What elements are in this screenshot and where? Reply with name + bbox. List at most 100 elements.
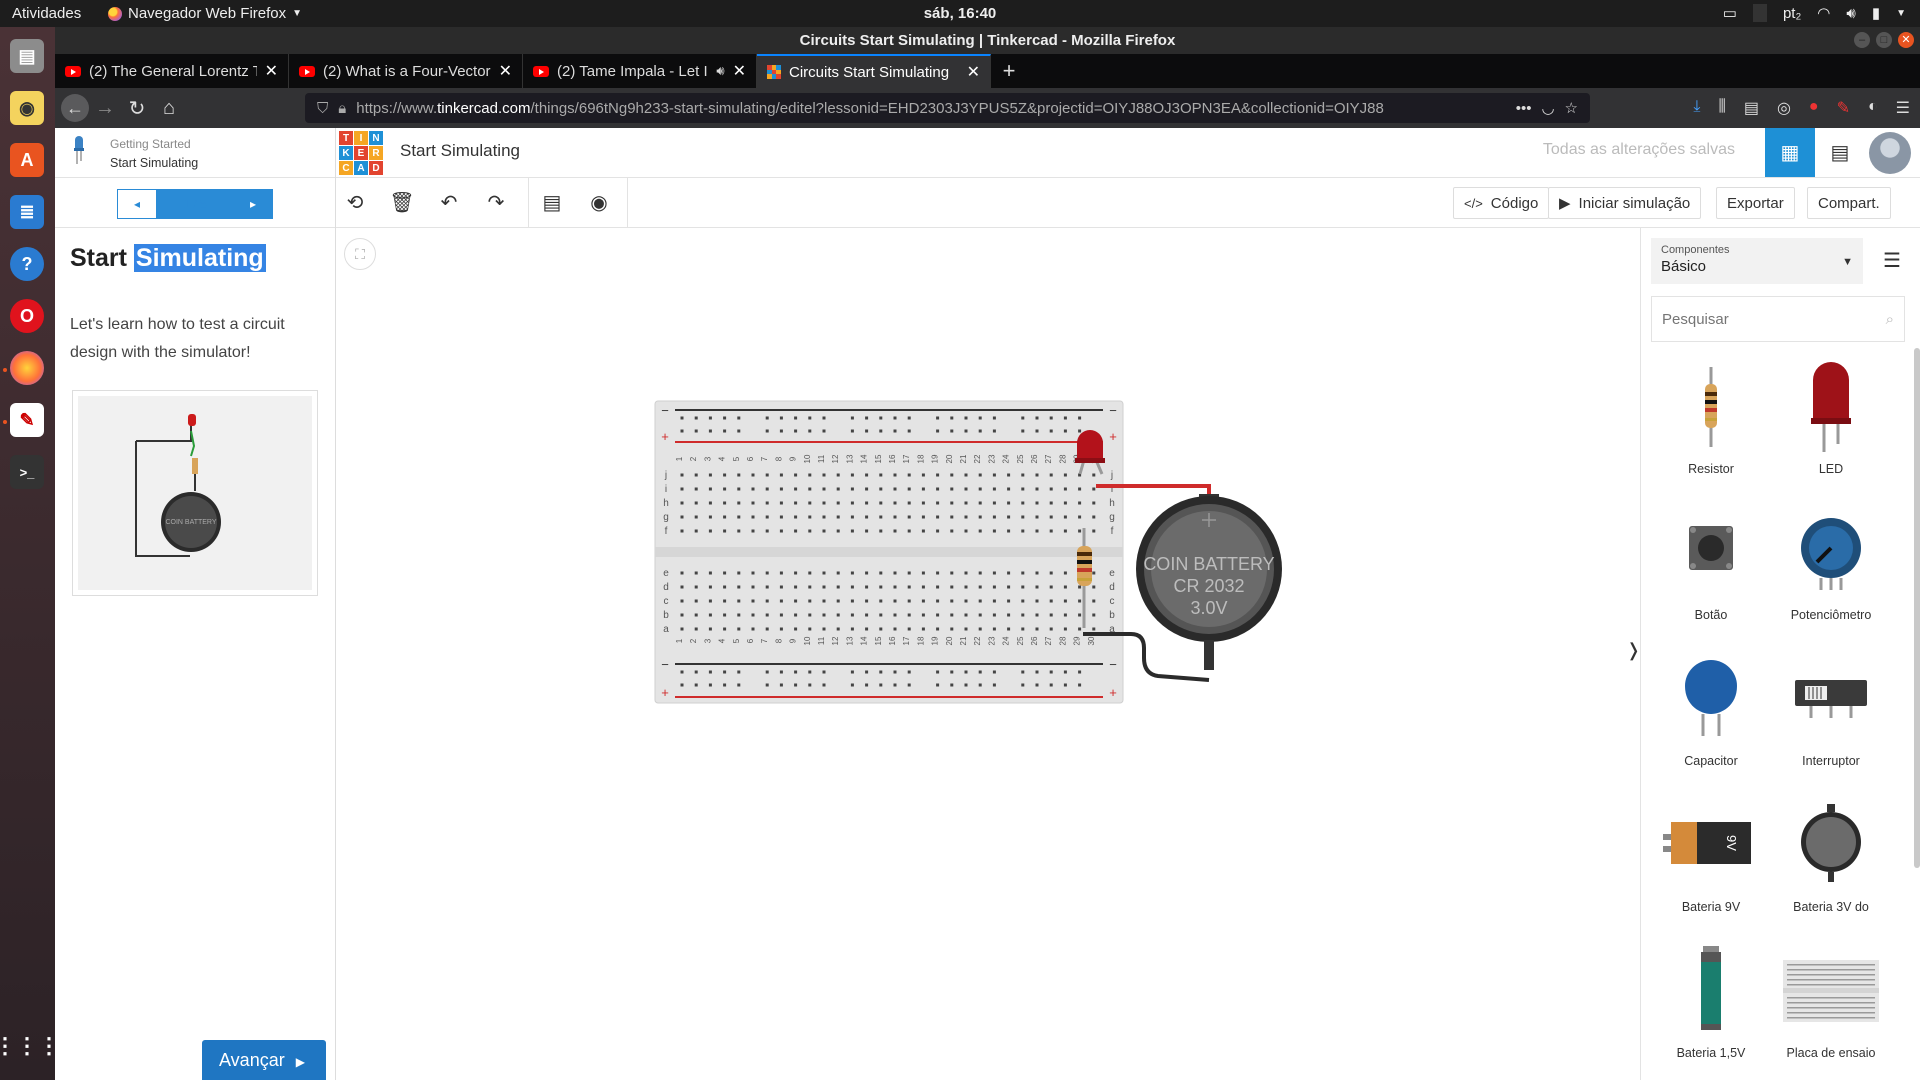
component-resistor[interactable]: Resistor — [1651, 352, 1771, 476]
battery-icon[interactable]: ▮ — [1872, 4, 1880, 22]
previous-step-button[interactable]: ◂ — [118, 190, 156, 218]
component-battery-9v[interactable]: 9V Bateria 9V — [1651, 790, 1771, 914]
close-tab-icon[interactable]: ✕ — [265, 61, 278, 81]
code-button[interactable]: </> Código — [1453, 187, 1550, 219]
component-slide-switch[interactable]: Interruptor — [1771, 644, 1891, 768]
firefox-dock-icon[interactable] — [10, 351, 44, 385]
volume-icon[interactable]: 🔊︎ — [1846, 5, 1855, 22]
component-search[interactable]: ⌕ — [1651, 296, 1905, 342]
files-icon[interactable]: ▤ — [10, 39, 44, 73]
tab-tinkercad[interactable]: Circuits Start Simulating ✕ — [757, 54, 991, 88]
component-category-select[interactable]: Componentes Básico ▼ — [1651, 238, 1863, 284]
component-capacitor[interactable]: Capacitor — [1651, 644, 1771, 768]
breadboard[interactable]: − −+ +− −+ +11223344556677889910101111121213… — [654, 400, 1124, 704]
component-battery-aa[interactable]: Bateria 1,5V — [1651, 936, 1771, 1060]
url-bar[interactable]: ⛉ 🔒︎ https://www.tinkercad.com/things/69… — [305, 93, 1590, 123]
url-text[interactable]: https://www.tinkercad.com/things/696tNg9… — [356, 100, 1505, 117]
rhythmbox-icon[interactable]: ◉ — [10, 91, 44, 125]
menu-icon[interactable]: ☰ — [1896, 98, 1910, 118]
forward-button[interactable]: → — [89, 97, 121, 120]
column-number: 23 — [987, 636, 996, 645]
downloads-icon[interactable]: ⤓ — [1693, 98, 1700, 118]
screen-icon[interactable]: ▭ — [1723, 4, 1737, 22]
wifi-icon[interactable]: ◠ — [1817, 4, 1830, 22]
start-simulation-button[interactable]: ▶ Iniciar simulação — [1548, 187, 1702, 219]
component-potentiometer[interactable]: Potenciômetro — [1771, 498, 1891, 622]
export-button[interactable]: Exportar — [1716, 187, 1795, 219]
bookmark-star-icon[interactable]: ☆ — [1565, 99, 1578, 117]
tinkercad-icon — [767, 65, 781, 79]
panel-scrollbar[interactable] — [1914, 348, 1920, 868]
clock[interactable]: sáb, 16:40 — [0, 5, 1920, 22]
column-number: 1 — [675, 638, 684, 643]
schematic-view-button[interactable]: ▤ — [1815, 128, 1865, 177]
tab-youtube-2[interactable]: (2) What is a Four-Vector ✕ — [289, 54, 523, 88]
pocket-icon[interactable]: ◡ — [1541, 99, 1554, 117]
project-title[interactable]: Start Simulating — [400, 141, 520, 161]
component-led[interactable]: LED — [1771, 352, 1891, 476]
user-avatar[interactable] — [1865, 128, 1915, 177]
audio-playing-icon[interactable]: 🔊︎ — [716, 63, 724, 79]
workplane-canvas[interactable]: ⛶ − − + + − − + +1 1 2 2 3 3 4 4 5 5 6 6 7 7 8 8 9 9 10 10 11 11 12 12… — [336, 228, 1641, 1080]
reload-button[interactable]: ↻ — [121, 96, 153, 121]
account-icon[interactable]: ◎ — [1777, 98, 1791, 118]
row-letter: b — [1109, 610, 1115, 621]
row-letter: a — [663, 624, 669, 635]
column-number: 6 — [746, 638, 755, 643]
delete-icon[interactable]: 🗑︎ — [387, 188, 417, 218]
column-number: 25 — [1016, 454, 1025, 463]
visibility-icon[interactable]: ◉ — [584, 188, 614, 218]
column-number: 1 — [675, 456, 684, 461]
tab-youtube-3[interactable]: (2) Tame Impala - Let I 🔊︎ ✕ — [523, 54, 757, 88]
next-step-button[interactable]: ▸ — [234, 190, 272, 218]
sidebar-icon[interactable]: ▤ — [1744, 98, 1759, 118]
redo-icon[interactable]: ↷ — [481, 188, 511, 218]
svg-text:9V: 9V — [1724, 835, 1739, 851]
keyboard-layout[interactable]: pt₂ — [1783, 5, 1801, 22]
new-tab-button[interactable]: + — [991, 54, 1027, 88]
shield-icon[interactable]: ⛉ — [317, 100, 328, 117]
chevron-down-icon[interactable]: ▼ — [1896, 8, 1906, 19]
close-tab-icon[interactable]: ✕ — [967, 62, 980, 82]
extension-icon[interactable]: ● — [1809, 98, 1819, 118]
terminal-icon[interactable]: >_ — [10, 455, 44, 489]
component-pushbutton[interactable]: Botão — [1651, 498, 1771, 622]
next-button[interactable]: Avançar ▶ — [202, 1040, 326, 1080]
lock-icon[interactable]: 🔒︎ — [338, 100, 346, 117]
system-tray[interactable]: ▭ pt₂ ◠ 🔊︎ ▮ ▼ — [1723, 4, 1906, 22]
software-center-icon[interactable]: A — [10, 143, 44, 177]
tinkercad-logo[interactable]: TIN KER CAD — [339, 131, 383, 175]
list-view-icon[interactable]: ☰ — [1883, 248, 1901, 273]
close-tab-icon[interactable]: ✕ — [733, 61, 746, 81]
extension-icon[interactable]: ✎ — [1837, 98, 1850, 118]
document-viewer-icon[interactable]: ✎ — [10, 403, 44, 437]
component-coin-battery[interactable]: Bateria 3V do — [1771, 790, 1891, 914]
minimize-icon[interactable]: – — [1854, 32, 1870, 48]
maximize-icon[interactable]: □ — [1876, 32, 1892, 48]
circuit-view-button[interactable]: ▦ — [1765, 128, 1815, 177]
app-indicator-icon[interactable] — [1752, 4, 1767, 22]
opera-icon[interactable]: O — [10, 299, 44, 333]
collapse-panel-button[interactable]: ❭ — [1626, 630, 1641, 670]
component-breadboard[interactable]: Placa de ensaio — [1771, 936, 1891, 1060]
coin-battery-component[interactable]: COIN BATTERY CR 2032 3.0V — [1136, 494, 1282, 670]
extension-icon[interactable]: ◐ — [1868, 98, 1878, 118]
writer-icon[interactable]: ≣ — [10, 195, 44, 229]
close-tab-icon[interactable]: ✕ — [499, 61, 512, 81]
rail-polarity-label: + — [661, 429, 669, 444]
close-window-icon[interactable]: ✕ — [1898, 32, 1914, 48]
page-actions-icon[interactable]: ••• — [1516, 100, 1532, 117]
undo-icon[interactable]: ↶ — [434, 188, 464, 218]
show-apps-icon[interactable]: ⋮⋮⋮ — [0, 1029, 60, 1063]
home-button[interactable]: ⌂ — [153, 97, 185, 120]
rotate-icon[interactable]: ⟲ — [340, 188, 370, 218]
share-button[interactable]: Compart. — [1807, 187, 1891, 219]
help-icon[interactable]: ? — [10, 247, 44, 281]
library-icon[interactable]: ⫼ — [1718, 98, 1725, 118]
column-number: 7 — [760, 456, 769, 461]
search-input[interactable] — [1662, 310, 1862, 328]
back-button[interactable]: ← — [61, 94, 89, 122]
notes-icon[interactable]: ▤ — [537, 188, 567, 218]
tab-youtube-1[interactable]: (2) The General Lorentz T ✕ — [55, 54, 289, 88]
code-label: Código — [1490, 194, 1539, 212]
